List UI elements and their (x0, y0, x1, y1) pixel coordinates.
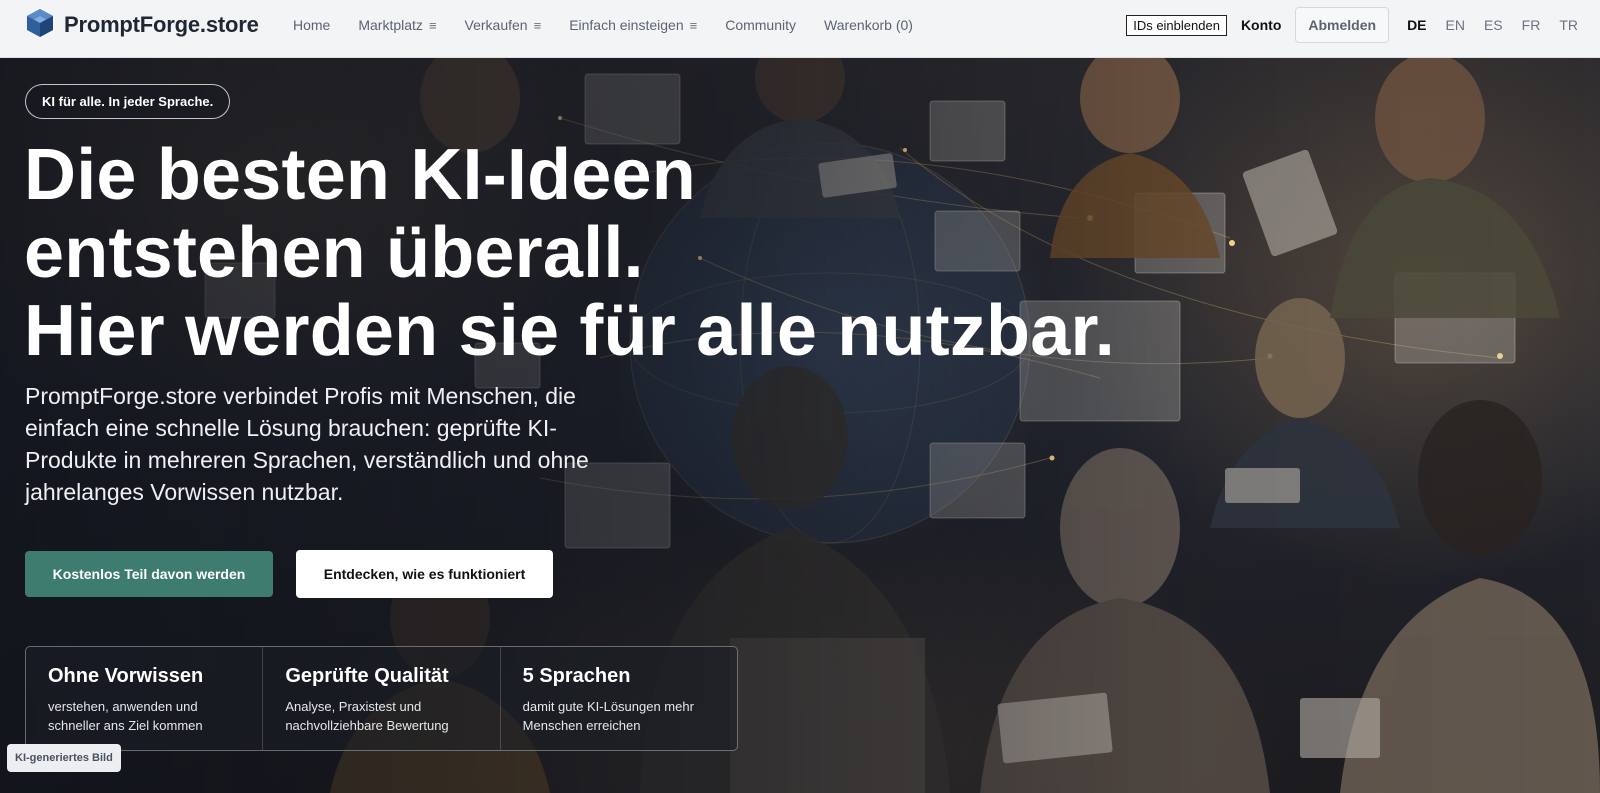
feature-title: 5 Sprachen (522, 665, 631, 687)
account-link[interactable]: Konto (1241, 17, 1281, 33)
hero-description: PromptForge.store verbindet Profis mit M… (25, 383, 589, 505)
headline-line: entstehen überall. (24, 213, 644, 293)
nav-item-marktplatz[interactable]: Marktplatz ≡ (358, 17, 436, 33)
feature-text: damit gute KI-Lösungen mehr Menschen err… (522, 699, 694, 733)
headline-line: Die besten KI-Ideen (24, 135, 696, 215)
feature-title: Ohne Vorwissen (48, 665, 204, 687)
show-ids-button[interactable]: IDs einblenden (1126, 14, 1227, 36)
nav-item-einfach-einsteigen[interactable]: Einfach einsteigen ≡ (569, 17, 697, 33)
language-tr[interactable]: TR (1559, 17, 1578, 33)
ai-generated-image-badge: KI-generiertes Bild (7, 744, 121, 772)
cube-logo-icon (26, 8, 54, 43)
language-en[interactable]: EN (1446, 17, 1465, 33)
feature-card: Geprüfte Qualität Analyse, Praxistest un… (263, 647, 501, 750)
join-free-button[interactable]: Kostenlos Teil davon werden (25, 551, 273, 597)
headline-line: Hier werden sie für alle nutzbar. (24, 291, 1115, 371)
nav-item-home[interactable]: Home (293, 17, 330, 33)
nav-item-label: Home (293, 17, 331, 33)
nav-item-community[interactable]: Community (725, 17, 796, 33)
feature-card: 5 Sprachen damit gute KI-Lösungen mehr M… (501, 647, 737, 750)
menu-icon: ≡ (533, 17, 542, 33)
language-fr[interactable]: FR (1522, 17, 1541, 33)
tagline-pill: KI für alle. In jeder Sprache. (25, 84, 231, 119)
discover-how-button[interactable]: Entdecken, wie es funktioniert (296, 550, 553, 598)
language-switcher: DE EN ES FR TR (1407, 17, 1578, 33)
feature-card: Ohne Vorwissen verstehen, anwenden und s… (26, 647, 264, 750)
feature-text: verstehen, anwenden und schneller ans Zi… (48, 699, 203, 733)
nav-item-label: Verkaufen (464, 17, 528, 33)
nav-item-label: Warenkorb (0) (824, 17, 913, 33)
main-navigation: Home Marktplatz ≡ Verkaufen ≡ Einfach eins… (293, 0, 941, 50)
menu-icon: ≡ (428, 17, 437, 33)
header-tools: IDs einblenden Konto Abmelden DE EN ES F… (1126, 0, 1578, 50)
hero-section: KI für alle. In jeder Sprache. Die beste… (0, 58, 1600, 793)
top-navigation-bar: PromptForge.store Home Marktplatz ≡ Verka… (0, 0, 1600, 58)
brand-logo-link[interactable]: PromptForge.store (26, 8, 259, 43)
nav-item-warenkorb[interactable]: Warenkorb (0) (824, 17, 913, 33)
feature-text: Analyse, Praxistest und nachvollziehbare… (285, 699, 449, 733)
nav-item-label: Einfach einsteigen (569, 17, 684, 33)
language-de[interactable]: DE (1407, 17, 1426, 33)
feature-title: Geprüfte Qualität (285, 665, 449, 687)
menu-icon: ≡ (689, 17, 698, 33)
brand-name: PromptForge.store (64, 12, 259, 37)
feature-panel: Ohne Vorwissen verstehen, anwenden und s… (25, 646, 738, 751)
logout-button[interactable]: Abmelden (1295, 7, 1390, 43)
nav-item-label: Marktplatz (358, 17, 423, 33)
nav-item-verkaufen[interactable]: Verkaufen ≡ (465, 17, 542, 33)
language-es[interactable]: ES (1484, 17, 1503, 33)
hero-headline: Die besten KI-Ideen entstehen überall. H… (24, 136, 1224, 370)
nav-item-label: Community (725, 17, 796, 33)
